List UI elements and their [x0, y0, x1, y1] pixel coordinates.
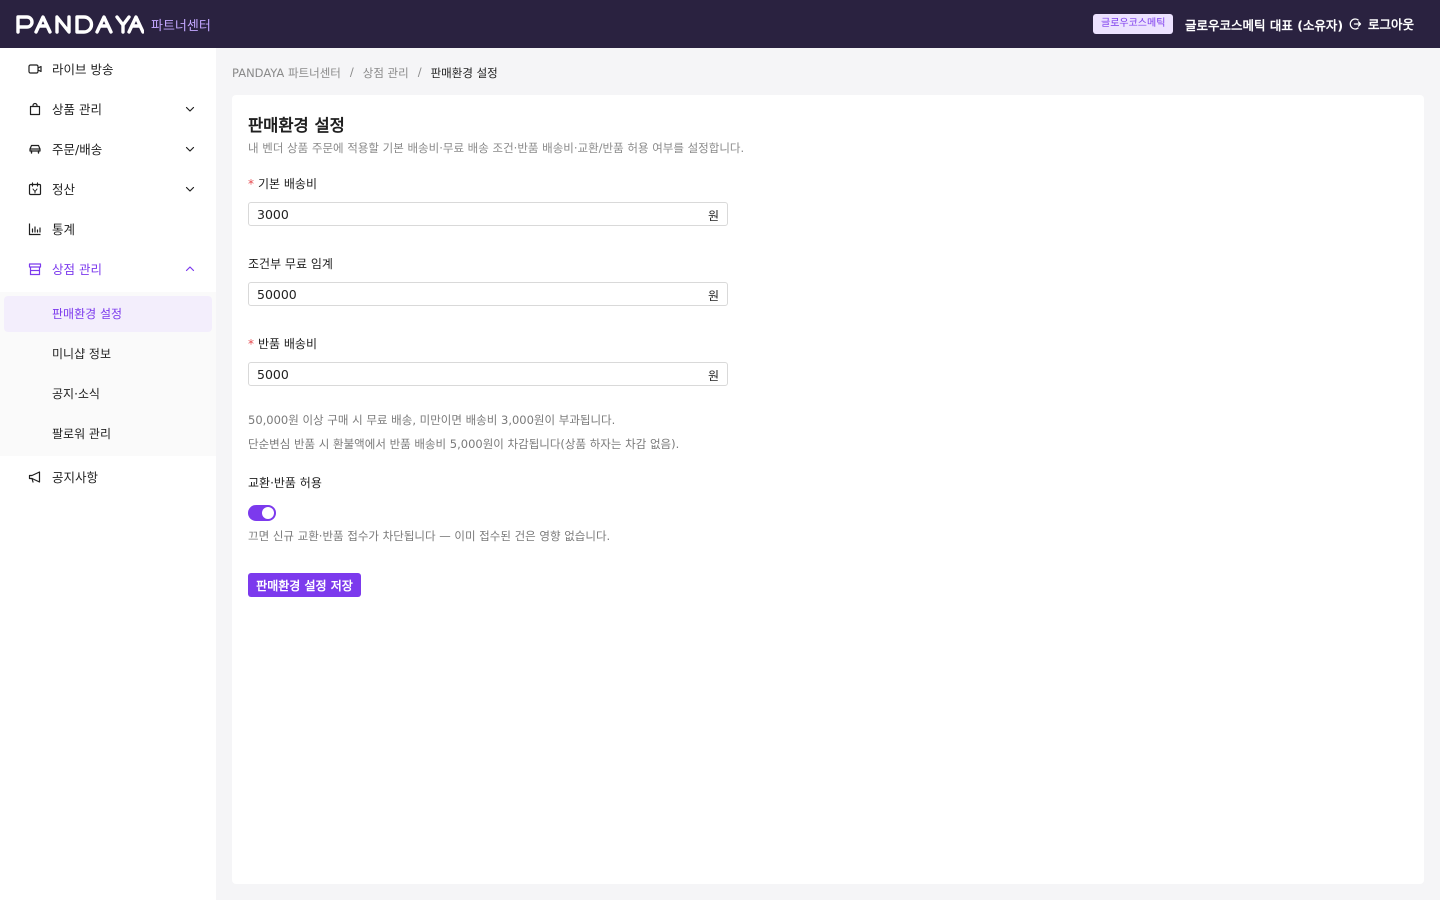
sales-settings-panel: 판매환경 설정 내 벤더 상품 주문에 적용할 기본 배송비·무료 배송 조건·…	[232, 95, 1424, 884]
calendar-icon	[28, 182, 42, 196]
base-shipping-field: 원	[248, 202, 728, 226]
breadcrumb-separator: /	[349, 65, 354, 79]
submenu-item-label: 팔로워 관리	[52, 427, 112, 441]
field-label-text: 기본 배송비	[258, 177, 318, 191]
sidebar-item-store[interactable]: 상점 관리	[0, 250, 216, 290]
pandaya-logo[interactable]	[16, 12, 144, 36]
currency-unit: 원	[707, 289, 719, 303]
free-threshold-input[interactable]	[249, 283, 701, 305]
logout-label: 로그아웃	[1368, 17, 1415, 32]
sidebar-item-label: 상점 관리	[52, 262, 102, 277]
sidebar-item-label: 상품 관리	[52, 102, 102, 117]
return-shipping-input[interactable]	[249, 363, 701, 385]
currency-unit: 원	[707, 369, 719, 383]
submenu-item-label: 공지·소식	[52, 387, 100, 401]
breadcrumb-store[interactable]: 상점 관리	[363, 65, 409, 81]
store-submenu: 판매환경 설정 미니샵 정보 공지·소식 팔로워 관리	[0, 292, 216, 456]
sidebar-item-announcements[interactable]: 공지사항	[0, 458, 216, 498]
sidebar: 라이브 방송 상품 관리 주문/배송 정산 통계 상점 관리 판매환경 설정 미…	[0, 48, 216, 900]
video-icon	[28, 64, 42, 74]
free-threshold-field: 원	[248, 282, 728, 306]
sidebar-item-label: 라이브 방송	[52, 62, 114, 77]
bar-chart-icon	[28, 223, 41, 236]
logout-icon	[1349, 17, 1362, 30]
return-shipping-label: * 반품 배송비	[248, 335, 317, 352]
megaphone-icon	[28, 471, 41, 483]
free-threshold-label: 조건부 무료 임계	[248, 257, 333, 271]
submenu-item-label: 판매환경 설정	[52, 307, 123, 321]
breadcrumb-current: 판매환경 설정	[430, 66, 498, 80]
sidebar-item-label: 정산	[52, 182, 76, 197]
sidebar-item-label: 공지사항	[52, 470, 99, 485]
logout-button[interactable]: 로그아웃	[1348, 14, 1414, 33]
sidebar-item-live[interactable]: 라이브 방송	[0, 50, 216, 90]
car-icon	[29, 144, 41, 154]
chevron-up-icon	[185, 266, 195, 272]
exchange-return-help: 끄면 신규 교환·반품 접수가 차단됩니다 — 이미 접수된 건은 영향 없습니…	[248, 529, 611, 543]
sidebar-item-label: 통계	[52, 222, 76, 237]
user-name[interactable]: 글로우코스메틱 대표 (소유자)	[1185, 15, 1343, 34]
chevron-down-icon	[185, 106, 195, 112]
field-label-text: 반품 배송비	[258, 337, 318, 351]
submenu-item-followers[interactable]: 팔로워 관리	[4, 416, 212, 452]
sidebar-item-label: 주문/배송	[52, 142, 103, 157]
base-shipping-input[interactable]	[249, 203, 701, 225]
breadcrumb: PANDAYA 파트너센터 / 상점 관리 / 판매환경 설정	[232, 65, 498, 81]
toggle-knob	[262, 507, 274, 519]
chevron-down-icon	[185, 186, 195, 192]
exchange-return-label: 교환·반품 허용	[248, 476, 322, 490]
required-mark: *	[248, 177, 254, 191]
pandaya-logo-mark	[16, 15, 144, 34]
base-shipping-label: * 기본 배송비	[248, 175, 317, 192]
submenu-item-minishop[interactable]: 미니샵 정보	[4, 336, 212, 372]
sidebar-item-orders[interactable]: 주문/배송	[0, 130, 216, 170]
submenu-item-notices[interactable]: 공지·소식	[4, 376, 212, 412]
sidebar-item-statistics[interactable]: 통계	[0, 210, 216, 250]
return-shipping-field: 원	[248, 362, 728, 386]
store-icon	[28, 263, 42, 276]
save-settings-button[interactable]: 판매환경 설정 저장	[248, 573, 361, 597]
exchange-return-toggle[interactable]	[248, 505, 276, 521]
breadcrumb-home[interactable]: PANDAYA 파트너센터	[232, 65, 341, 81]
breadcrumb-separator: /	[417, 65, 422, 79]
sidebar-item-products[interactable]: 상품 관리	[0, 90, 216, 130]
store-badge: 글로우코스메틱	[1093, 14, 1174, 34]
shopping-bag-icon	[29, 102, 41, 116]
submenu-item-sales-settings[interactable]: 판매환경 설정	[4, 296, 212, 332]
page-description: 내 벤더 상품 주문에 적용할 기본 배송비·무료 배송 조건·반품 배송비·교…	[248, 141, 745, 155]
page-title: 판매환경 설정	[248, 116, 345, 135]
partner-center-label: 파트너센터	[151, 19, 211, 34]
submenu-item-label: 미니샵 정보	[52, 347, 112, 361]
return-summary-line: 단순변심 반품 시 환불액에서 반품 배송비 5,000원이 차감됩니다(상품 …	[248, 437, 680, 451]
chevron-down-icon	[185, 146, 195, 152]
currency-unit: 원	[707, 209, 719, 223]
required-mark: *	[248, 337, 254, 351]
sidebar-item-settlement[interactable]: 정산	[0, 170, 216, 210]
shipping-summary-line: 50,000원 이상 구매 시 무료 배송, 미만이면 배송비 3,000원이 …	[248, 413, 616, 427]
top-bar: 파트너센터 글로우코스메틱 글로우코스메틱 대표 (소유자) 로그아웃	[0, 0, 1440, 48]
